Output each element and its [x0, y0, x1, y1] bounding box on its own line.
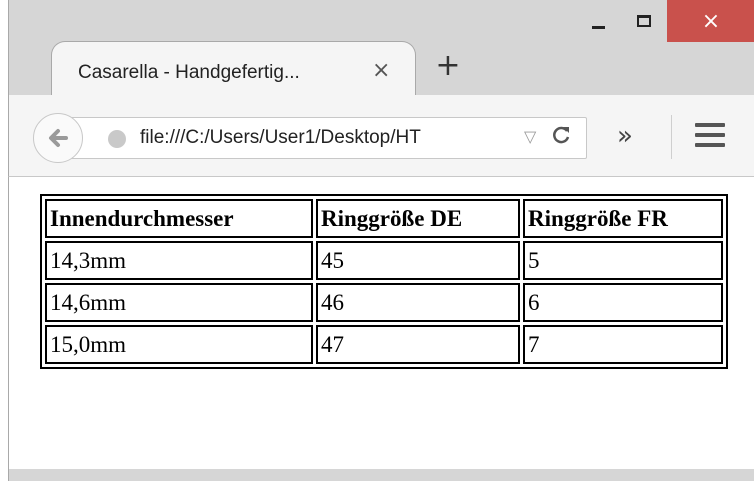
navigation-toolbar: file:///C:/Users/User1/Desktop/HT ▽ » [8, 95, 754, 177]
table-cell: 47 [316, 325, 520, 364]
table-cell: 15,0mm [45, 325, 313, 364]
table-cell: 46 [316, 283, 520, 322]
tab-close-icon[interactable]: × [372, 58, 390, 83]
menu-line [695, 123, 725, 127]
table-cell: 7 [523, 325, 723, 364]
column-header-inner-diameter: Innendurchmesser [45, 199, 313, 238]
column-header-ring-size-fr: Ringgröße FR [523, 199, 723, 238]
minimize-icon [591, 25, 605, 29]
browser-window: × Casarella - Handgefertig... × + file:/… [0, 0, 754, 481]
maximize-icon [637, 15, 651, 27]
close-icon: × [701, 8, 721, 34]
table-row: 14,3mm 45 5 [45, 241, 723, 280]
ring-size-table: Innendurchmesser Ringgröße DE Ringgröße … [40, 194, 728, 369]
back-arrow-icon [49, 129, 68, 147]
globe-icon [108, 130, 126, 148]
url-text[interactable]: file:///C:/Users/User1/Desktop/HT [140, 127, 421, 149]
column-header-ring-size-de: Ringgröße DE [316, 199, 520, 238]
table-cell: 14,6mm [45, 283, 313, 322]
address-bar[interactable]: file:///C:/Users/User1/Desktop/HT ▽ [69, 117, 587, 159]
hamburger-menu-icon[interactable] [695, 123, 725, 151]
window-controls: × [575, 0, 754, 46]
table-cell: 6 [523, 283, 723, 322]
table-cell: 5 [523, 241, 723, 280]
close-window-button[interactable]: × [667, 0, 754, 42]
plus-icon: + [435, 47, 461, 83]
table-header-row: Innendurchmesser Ringgröße DE Ringgröße … [45, 199, 723, 238]
table-row: 15,0mm 47 7 [45, 325, 723, 364]
history-dropdown-icon[interactable]: ▽ [524, 127, 536, 146]
table-cell: 14,3mm [45, 241, 313, 280]
table-row: 14,6mm 46 6 [45, 283, 723, 322]
overflow-chevron-icon[interactable]: » [617, 121, 633, 151]
table-cell: 45 [316, 241, 520, 280]
maximize-button[interactable] [621, 0, 667, 42]
page-content: Innendurchmesser Ringgröße DE Ringgröße … [8, 177, 754, 469]
menu-line [695, 143, 725, 147]
menu-line [695, 133, 725, 137]
new-tab-button[interactable]: + [435, 48, 461, 83]
minimize-button[interactable] [575, 0, 621, 42]
toolbar-divider [671, 115, 672, 159]
back-button[interactable] [33, 113, 83, 163]
window-bottom-border [8, 469, 754, 481]
reload-icon[interactable] [550, 124, 572, 152]
reload-arrow-svg [553, 126, 570, 144]
tab-title: Casarella - Handgefertig... [78, 62, 300, 83]
browser-tab[interactable]: Casarella - Handgefertig... × [51, 41, 416, 97]
title-bar: × Casarella - Handgefertig... × + [8, 0, 754, 97]
